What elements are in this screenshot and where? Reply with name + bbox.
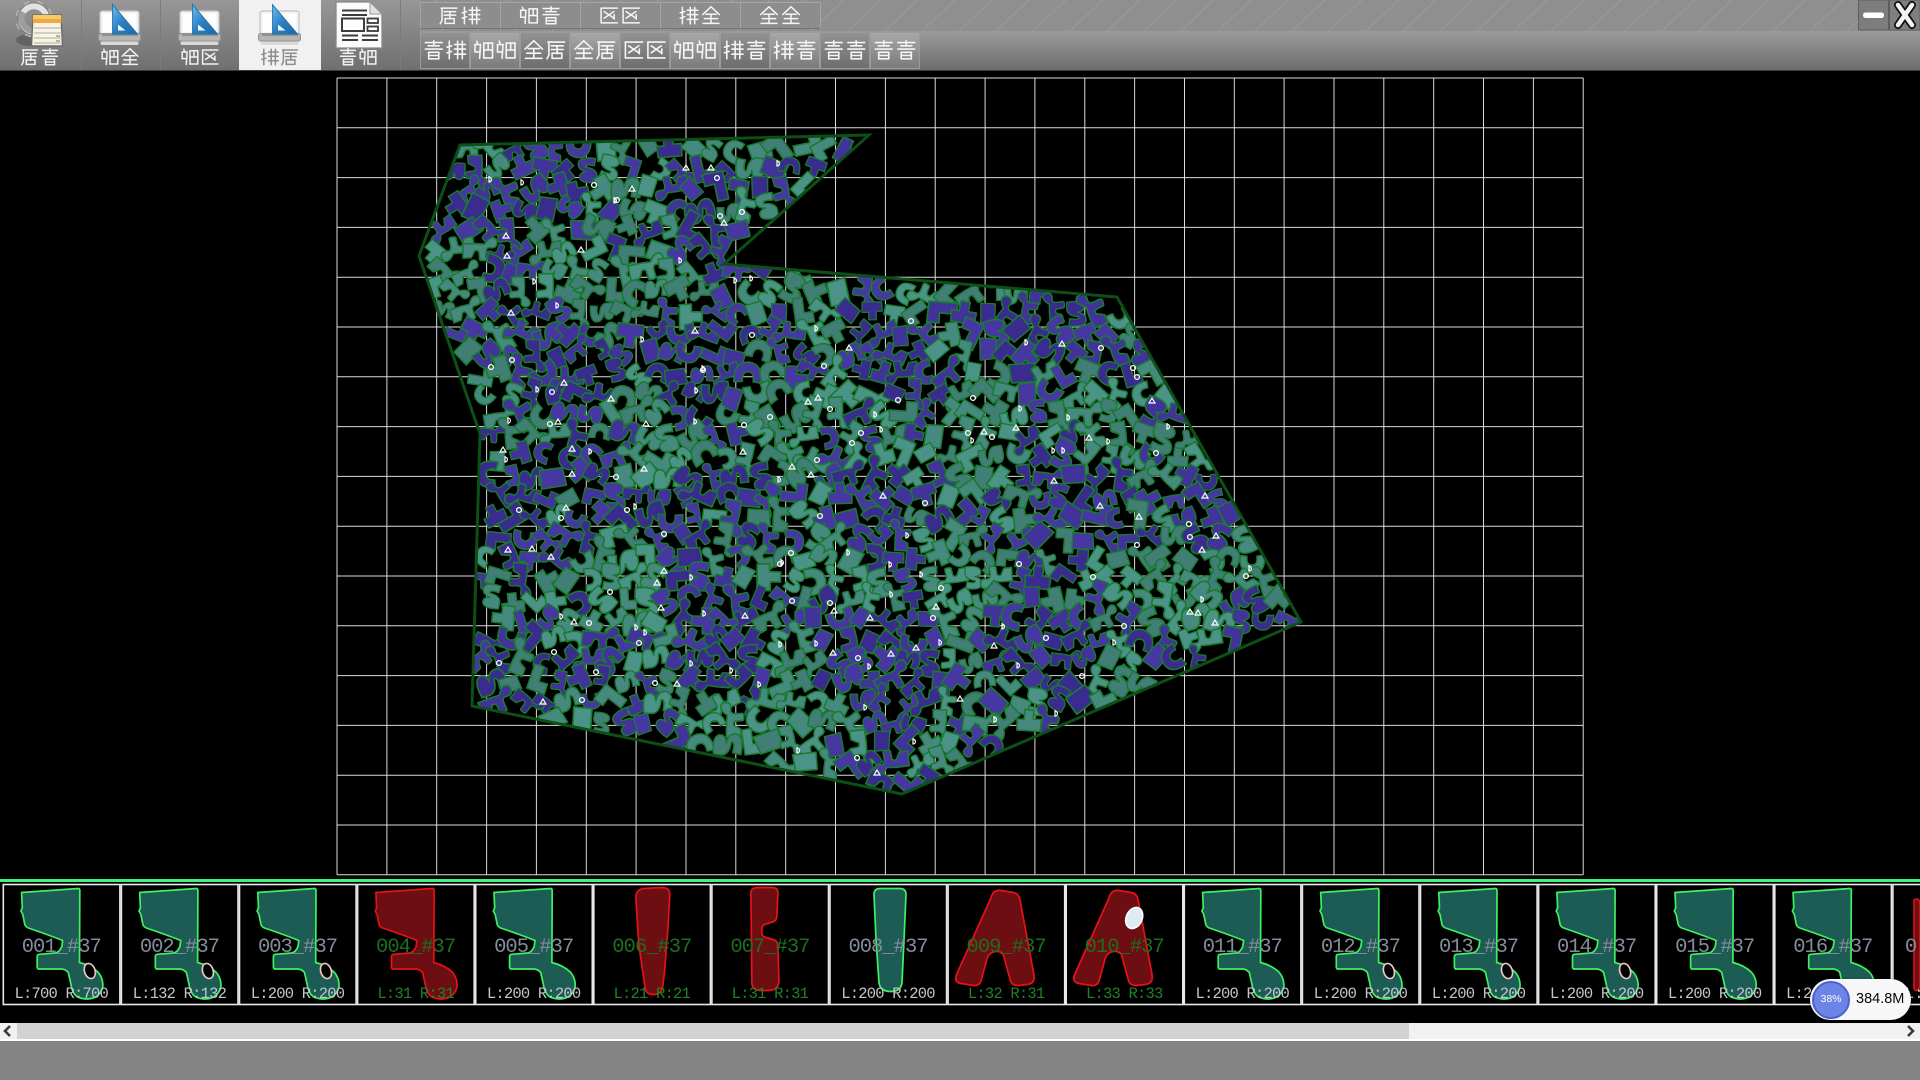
svg-text:002_#37: 002_#37: [140, 936, 219, 959]
svg-text:013_#37: 013_#37: [1439, 936, 1518, 959]
svg-text:003_#37: 003_#37: [258, 936, 337, 959]
svg-text:005_#37: 005_#37: [494, 936, 573, 959]
svg-text:L:31 R:31: L:31 R:31: [732, 985, 809, 1003]
svg-text:L:200 R:200: L:200 R:200: [1314, 985, 1408, 1003]
svg-text:015_#37: 015_#37: [1675, 936, 1754, 959]
svg-text:L:200 R:200: L:200 R:200: [487, 985, 581, 1003]
svg-text:L:31 R:31: L:31 R:31: [377, 985, 454, 1003]
svg-text:0: 0: [1905, 936, 1917, 959]
svg-text:006_#37: 006_#37: [612, 936, 691, 959]
svg-text:L:200 R:200: L:200 R:200: [841, 985, 935, 1003]
svg-text:001_#37: 001_#37: [22, 936, 101, 959]
svg-text:011_#37: 011_#37: [1203, 936, 1282, 959]
svg-text:L:32 R:31: L:32 R:31: [968, 985, 1045, 1003]
svg-text:010_#37: 010_#37: [1085, 936, 1164, 959]
svg-text:012_#37: 012_#37: [1321, 936, 1400, 959]
svg-text:L:200 R:200: L:200 R:200: [1550, 985, 1644, 1003]
svg-text:007_#37: 007_#37: [730, 936, 809, 959]
svg-text:L:200 R:200: L:200 R:200: [1432, 985, 1526, 1003]
svg-text:L:33 R:33: L:33 R:33: [1086, 985, 1163, 1003]
svg-text:L:200 R:200: L:200 R:200: [1196, 985, 1290, 1003]
svg-text:L:200 R:200: L:200 R:200: [251, 985, 345, 1003]
svg-text:014_#37: 014_#37: [1557, 936, 1636, 959]
svg-text:009_#37: 009_#37: [967, 936, 1046, 959]
svg-text:004_#37: 004_#37: [376, 936, 455, 959]
svg-text:L:132 R:132: L:132 R:132: [133, 985, 227, 1003]
svg-text:008_#37: 008_#37: [848, 936, 927, 959]
svg-text:L:21 R:21: L:21 R:21: [614, 985, 691, 1003]
svg-text:L:700 R:700: L:700 R:700: [15, 985, 109, 1003]
svg-text:016_#37: 016_#37: [1793, 936, 1872, 959]
svg-text:L:200 R:200: L:200 R:200: [1668, 985, 1762, 1003]
